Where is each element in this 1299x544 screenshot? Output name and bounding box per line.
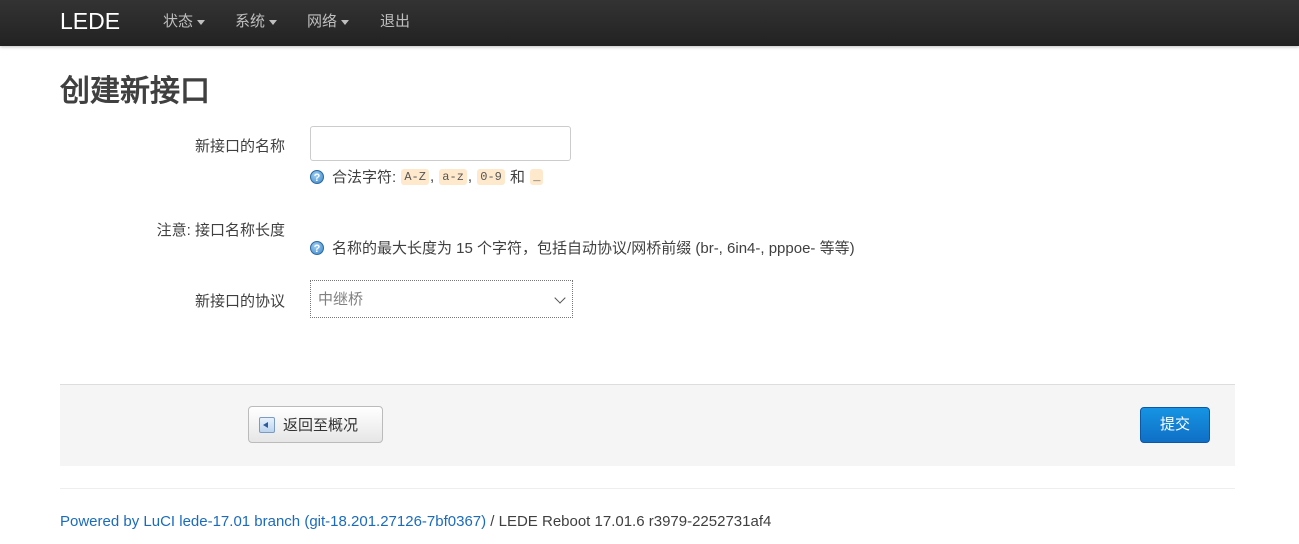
footer: Powered by LuCI lede-17.01 branch (git-1… — [60, 513, 771, 530]
hint-and: 和 — [510, 169, 526, 186]
footer-version: / LEDE Reboot 17.01.6 r3979-2252731af4 — [490, 513, 772, 530]
code-digits: 0-9 — [477, 168, 505, 185]
submit-button[interactable]: 提交 — [1140, 407, 1210, 443]
interface-name-input[interactable] — [310, 126, 571, 161]
note-label: 注意: 接口名称长度 — [156, 222, 285, 239]
menu-logout-label: 退出 — [380, 13, 411, 30]
code-lowercase: a-z — [439, 168, 467, 185]
chevron-down-icon — [269, 19, 278, 25]
help-icon: ? — [310, 169, 324, 184]
top-navbar: LEDE 状态 系统 网络 退出 — [0, 0, 1299, 46]
menu-logout[interactable]: 退出 — [380, 12, 410, 32]
help-icon: ? — [310, 240, 324, 255]
chevron-down-icon — [197, 19, 206, 25]
note-hint: ? 名称的最大长度为 15 个字符，包括自动协议/网桥前缀 (br-, 6in4… — [310, 237, 855, 258]
protocol-label: 新接口的协议 — [194, 293, 285, 310]
menu-status-label: 状态 — [163, 13, 194, 30]
interface-name-label: 新接口的名称 — [194, 138, 285, 155]
form-actions: 返回至概况 提交 — [60, 384, 1235, 466]
interface-name-hint: ? 合法字符: A-Z, a-z, 0-9 和 _ — [310, 166, 544, 187]
protocol-selected-value: 中继桥 — [318, 291, 364, 308]
menu-status[interactable]: 状态 — [163, 12, 206, 32]
menu-network[interactable]: 网络 — [307, 12, 350, 32]
code-uppercase: A-Z — [401, 168, 429, 185]
chevron-down-icon — [341, 19, 350, 25]
protocol-select[interactable]: 中继桥 — [310, 280, 573, 318]
luci-link[interactable]: Powered by LuCI lede-17.01 branch (git-1… — [60, 513, 486, 530]
back-to-overview-button[interactable]: 返回至概况 — [248, 406, 383, 443]
code-underscore: _ — [530, 168, 544, 185]
menu-system[interactable]: 系统 — [235, 12, 278, 32]
back-button-label: 返回至概况 — [283, 417, 359, 434]
note-hint-text: 名称的最大长度为 15 个字符，包括自动协议/网桥前缀 (br-, 6in4-,… — [332, 240, 855, 257]
menu-system-label: 系统 — [235, 13, 266, 30]
hint-prefix: 合法字符: — [332, 169, 397, 186]
back-arrow-icon — [259, 416, 275, 433]
footer-divider — [60, 488, 1235, 489]
page-title: 创建新接口 — [60, 75, 210, 108]
brand-logo[interactable]: LEDE — [60, 6, 120, 36]
chevron-down-icon — [554, 292, 566, 304]
menu-network-label: 网络 — [307, 13, 338, 30]
